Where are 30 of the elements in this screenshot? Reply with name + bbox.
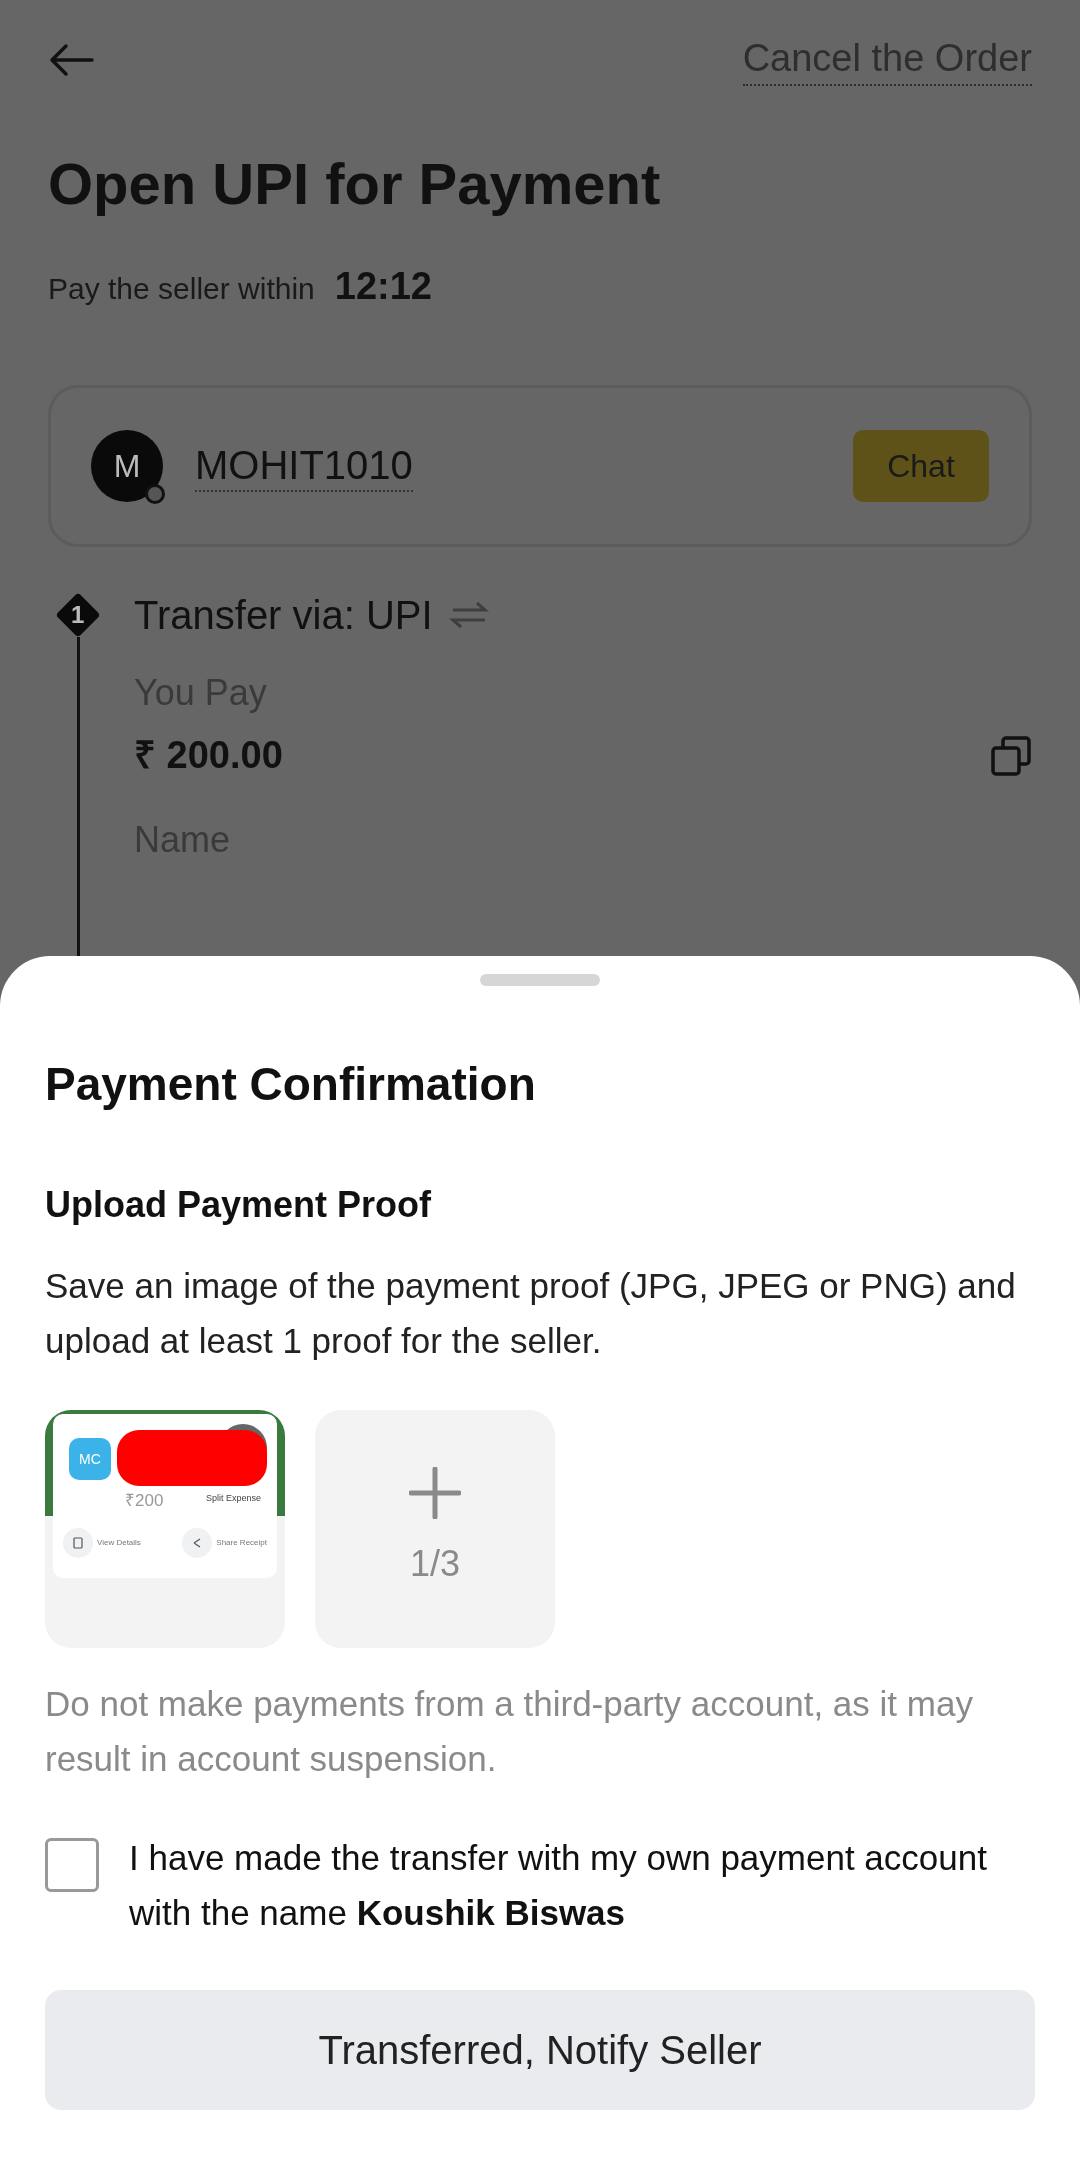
countdown-timer: 12:12: [334, 264, 432, 309]
swap-icon[interactable]: [448, 600, 489, 630]
notify-seller-button[interactable]: Transferred, Notify Seller: [45, 1990, 1035, 2110]
field-value: ₹ 200.00: [134, 733, 283, 778]
share-icon: [182, 1528, 213, 1558]
section-title: Upload Payment Proof: [45, 1183, 433, 1227]
step-title: Transfer via: UPI: [134, 592, 433, 639]
drag-handle[interactable]: [480, 974, 600, 986]
seller-name[interactable]: MOHIT1010: [195, 440, 413, 492]
add-proof-button[interactable]: 1/3: [315, 1410, 555, 1648]
chat-button[interactable]: Chat: [853, 430, 989, 502]
back-arrow-icon[interactable]: [48, 42, 96, 78]
instructions-text: Save an image of the payment proof (JPG, JPEG or PNG) and upload at least 1 proof for the seller.: [45, 1265, 1017, 1362]
amount-text: ₹200: [125, 1490, 164, 1512]
contact-avatar: MC: [69, 1438, 111, 1480]
seller-avatar: M: [91, 430, 163, 502]
cancel-order-link[interactable]: Cancel the Order: [742, 34, 1032, 86]
page-title: Open UPI for Payment: [48, 152, 662, 216]
receipt-action: View Details: [97, 1537, 141, 1549]
split-expense-text: Split Expense: [205, 1492, 261, 1505]
step-number-badge: 1: [56, 593, 100, 637]
confirm-checkbox[interactable]: [45, 1838, 99, 1892]
document-icon: [63, 1528, 93, 1558]
copy-icon[interactable]: [990, 734, 1032, 777]
receipt-action: Share Receipt: [216, 1537, 267, 1549]
confirm-text: I have made the transfer with my own payment account with the name Koushik Biswas: [129, 1837, 988, 1934]
sheet-title: Payment Confirmation: [45, 1057, 537, 1112]
timer-label: Pay the seller within: [48, 271, 315, 307]
warning-text: Do not make payments from a third-party account, as it may result in account suspension.: [45, 1683, 974, 1780]
plus-icon: [409, 1467, 461, 1519]
